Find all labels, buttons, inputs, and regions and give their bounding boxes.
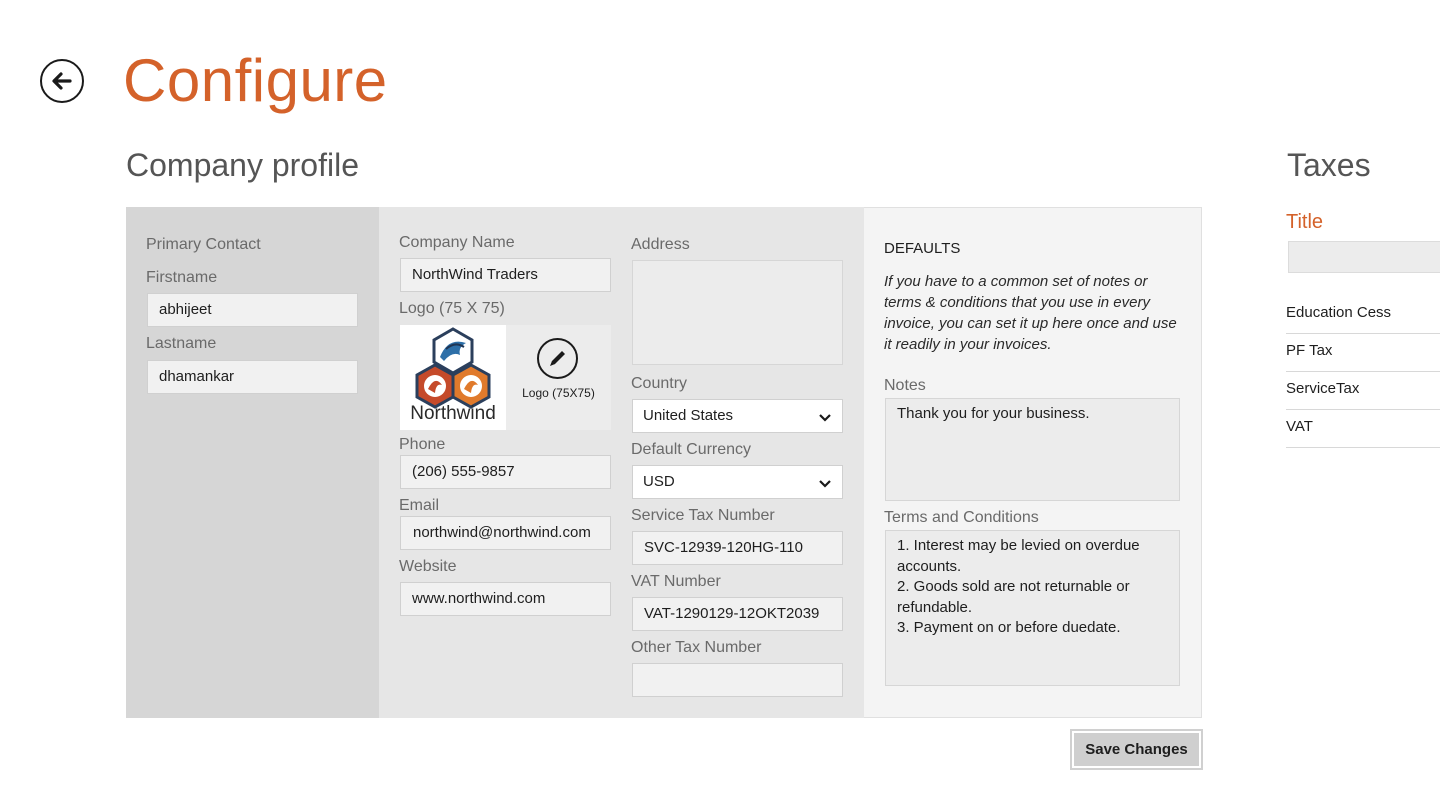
company-profile-title: Company profile bbox=[126, 147, 359, 183]
chevron-down-icon bbox=[819, 480, 831, 488]
company-logo: Northwind bbox=[400, 325, 506, 430]
website-input[interactable]: www.northwind.com bbox=[400, 582, 611, 616]
country-select[interactable]: United States bbox=[632, 399, 843, 433]
email-input[interactable]: northwind@northwind.com bbox=[400, 516, 611, 550]
save-changes-label: Save Changes bbox=[1074, 733, 1199, 766]
tax-item[interactable]: PF Tax bbox=[1286, 334, 1440, 372]
terms-line: accounts. bbox=[897, 557, 962, 575]
pencil-icon bbox=[550, 351, 565, 366]
address-input[interactable] bbox=[632, 260, 843, 365]
company-name-input[interactable]: NorthWind Traders bbox=[400, 258, 611, 292]
tax-title-input[interactable] bbox=[1288, 241, 1440, 273]
back-button[interactable] bbox=[40, 59, 84, 103]
notes-input[interactable]: Thank you for your business. bbox=[885, 398, 1180, 501]
vat-input[interactable]: VAT-1290129-12OKT2039 bbox=[632, 597, 843, 631]
defaults-description: If you have to a common set of notes or … bbox=[884, 273, 1177, 353]
tax-column-title: Title bbox=[1286, 211, 1324, 233]
firstname-label: Firstname bbox=[146, 269, 218, 286]
primary-contact-heading: Primary Contact bbox=[146, 236, 261, 253]
currency-select[interactable]: USD bbox=[632, 465, 843, 499]
terms-line: 1. Interest may be levied on overdue bbox=[897, 537, 1140, 554]
edit-logo-label: Logo (75X75) bbox=[522, 386, 595, 400]
back-arrow-icon bbox=[52, 72, 72, 90]
save-changes-button[interactable]: Save Changes bbox=[1070, 729, 1203, 770]
website-label: Website bbox=[399, 558, 457, 575]
edit-logo-circle bbox=[537, 338, 578, 379]
tax-item[interactable]: ServiceTax bbox=[1286, 372, 1440, 410]
phone-label: Phone bbox=[399, 436, 446, 453]
phone-input[interactable]: (206) 555-9857 bbox=[400, 455, 611, 489]
service-tax-label: Service Tax Number bbox=[631, 507, 775, 524]
lastname-input[interactable]: dhamankar bbox=[147, 360, 358, 394]
service-tax-input[interactable]: SVC-12939-120HG-110 bbox=[632, 531, 843, 565]
currency-label: Default Currency bbox=[631, 441, 752, 458]
northwind-logo bbox=[415, 327, 491, 409]
address-label: Address bbox=[631, 236, 690, 253]
currency-select-value: USD bbox=[643, 473, 675, 490]
defaults-heading: DEFAULTS bbox=[884, 240, 961, 257]
logo-brand-text: Northwind bbox=[410, 403, 496, 424]
firstname-input[interactable]: abhijeet bbox=[147, 293, 358, 327]
other-tax-label: Other Tax Number bbox=[631, 639, 762, 656]
page-title: Configure bbox=[123, 47, 388, 114]
company-name-label: Company Name bbox=[399, 234, 515, 251]
lastname-label: Lastname bbox=[146, 335, 217, 352]
country-label: Country bbox=[631, 375, 688, 392]
email-label: Email bbox=[399, 497, 440, 514]
terms-label: Terms and Conditions bbox=[884, 509, 1039, 526]
vat-label: VAT Number bbox=[631, 573, 721, 590]
terms-line: 2. Goods sold are not returnable or bbox=[897, 578, 1130, 595]
logo-label: Logo (75 X 75) bbox=[399, 300, 505, 317]
tax-item[interactable]: VAT bbox=[1286, 410, 1440, 448]
chevron-down-icon bbox=[819, 414, 831, 422]
edit-logo-button[interactable]: Logo (75X75) bbox=[506, 325, 611, 430]
other-tax-input[interactable] bbox=[632, 663, 843, 697]
terms-line: refundable. bbox=[897, 598, 973, 616]
notes-label: Notes bbox=[884, 377, 926, 394]
country-select-value: United States bbox=[643, 407, 734, 424]
taxes-title: Taxes bbox=[1287, 147, 1371, 183]
terms-input[interactable]: 1. Interest may be levied on overdue acc… bbox=[885, 530, 1180, 686]
terms-line: 3. Payment on or before duedate. bbox=[897, 619, 1121, 636]
tax-item[interactable]: Education Cess bbox=[1286, 296, 1440, 334]
